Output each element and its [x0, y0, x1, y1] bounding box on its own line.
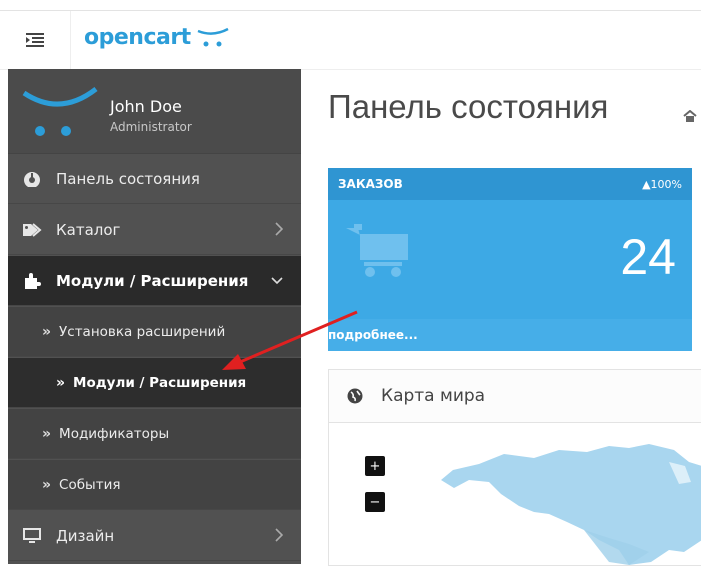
opencart-logo[interactable]: opencart [84, 25, 229, 50]
sidebar-item-label: Установка расширений [59, 323, 226, 340]
sidebar-item-label: Дизайн [56, 526, 115, 545]
map-zoom-out-button[interactable]: − [365, 492, 385, 512]
sidebar-subitem-install-extensions[interactable]: » Установка расширений [8, 307, 301, 357]
double-chevron-icon: » [56, 374, 66, 391]
chevron-right-icon [275, 528, 283, 542]
top-header: opencart [0, 10, 701, 70]
sidebar-subitem-events[interactable]: » События [8, 460, 301, 510]
sidebar-subitem-modules[interactable]: » Модули / Расширения [8, 358, 301, 408]
map-zoom-in-button[interactable]: + [365, 456, 385, 476]
world-map-panel: Карта мира + − [328, 369, 701, 566]
avatar [22, 87, 98, 136]
sidebar-item-extensions[interactable]: Модули / Расширения [8, 256, 301, 306]
sidebar-item-label: События [59, 476, 121, 493]
home-icon[interactable] [683, 110, 697, 122]
tile-change-badge: ▲100% [642, 178, 682, 191]
logo-text: opencart [84, 25, 191, 50]
tile-header: ЗАКАЗОВ ▲100% [328, 168, 692, 200]
user-profile[interactable]: John Doe Administrator [8, 69, 301, 154]
tags-icon [22, 222, 42, 237]
puzzle-icon [22, 272, 42, 290]
sidebar-item-label: Модули / Расширения [73, 374, 247, 391]
globe-icon [347, 388, 363, 404]
sidebar-item-catalog[interactable]: Каталог [8, 205, 301, 255]
sidebar-item-label: Каталог [56, 220, 121, 239]
tile-footer[interactable]: подробнее... [328, 319, 692, 351]
map-title: Карта мира [381, 386, 486, 406]
chevron-down-icon [271, 277, 283, 285]
indent-icon [26, 33, 44, 47]
double-chevron-icon: » [42, 323, 52, 340]
sidebar: John Doe Administrator Панель состояния … [8, 69, 301, 564]
double-chevron-icon: » [42, 476, 52, 493]
sidebar-item-dashboard[interactable]: Панель состояния [8, 154, 301, 204]
orders-count: 24 [620, 229, 676, 285]
sidebar-item-label: Модификаторы [59, 425, 170, 442]
orders-tile: ЗАКАЗОВ ▲100% 24 подробнее... [328, 168, 692, 351]
dashboard-icon [22, 171, 42, 187]
tile-title: ЗАКАЗОВ [338, 177, 403, 191]
page-title: Панель состояния [328, 88, 609, 125]
user-name: John Doe [110, 97, 182, 116]
map-panel-header: Карта мира [329, 370, 701, 423]
cart-logo-icon [197, 27, 229, 46]
sidebar-item-label: Панель состояния [56, 169, 200, 188]
menu-toggle-button[interactable] [0, 11, 71, 69]
monitor-icon [22, 527, 42, 544]
tile-body: 24 [328, 200, 692, 320]
shopping-cart-icon [346, 224, 408, 277]
double-chevron-icon: » [42, 425, 52, 442]
sidebar-item-design[interactable]: Дизайн [8, 511, 301, 561]
user-role: Administrator [110, 120, 192, 134]
more-link[interactable]: подробнее... [328, 328, 418, 342]
chevron-right-icon [275, 222, 283, 236]
sidebar-subitem-modifications[interactable]: » Модификаторы [8, 409, 301, 459]
sidebar-item-label: Модули / Расширения [56, 271, 249, 290]
